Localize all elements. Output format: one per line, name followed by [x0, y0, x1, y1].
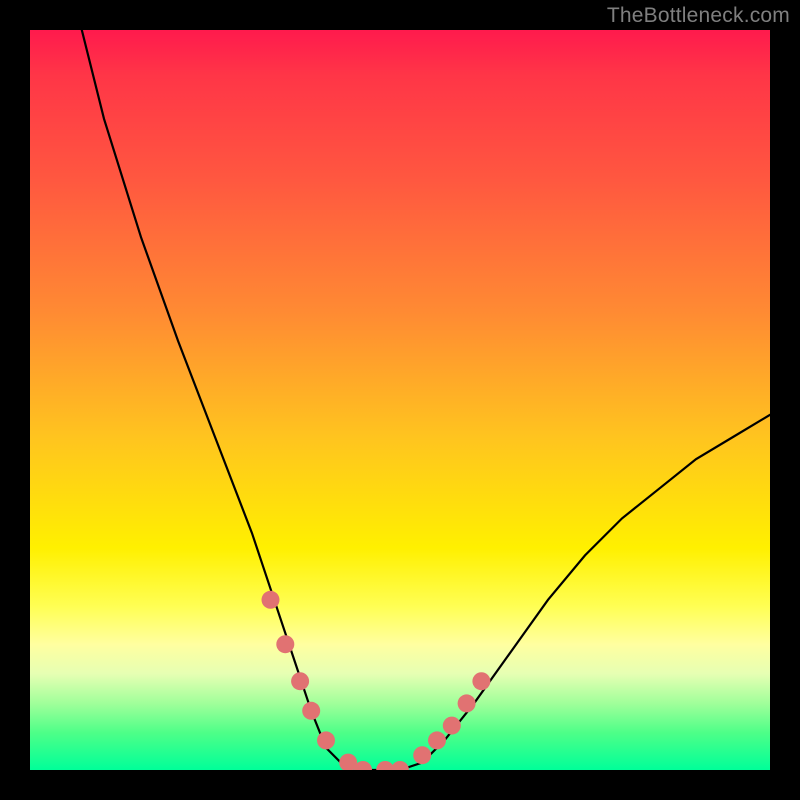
pink-dots-left-point [291, 672, 309, 690]
pink-dots-left-point [276, 635, 294, 653]
curve-layer [30, 30, 770, 770]
pink-dots-left-point [339, 754, 357, 770]
pink-dots-right-point [413, 746, 431, 764]
pink-dots-left-point [354, 761, 372, 770]
bottleneck-curve [82, 30, 770, 770]
pink-dots-left-point [391, 761, 409, 770]
pink-dots-right-point [428, 731, 446, 749]
pink-dots-right-point [472, 672, 490, 690]
pink-dots-left-point [262, 591, 280, 609]
pink-dots-right-point [443, 717, 461, 735]
pink-dots-left-point [376, 761, 394, 770]
pink-dots-left-point [302, 702, 320, 720]
pink-dots-left-point [317, 731, 335, 749]
chart-container: TheBottleneck.com [0, 0, 800, 800]
pink-dots-right-point [458, 694, 476, 712]
plot-area [30, 30, 770, 770]
watermark-text: TheBottleneck.com [607, 4, 790, 28]
